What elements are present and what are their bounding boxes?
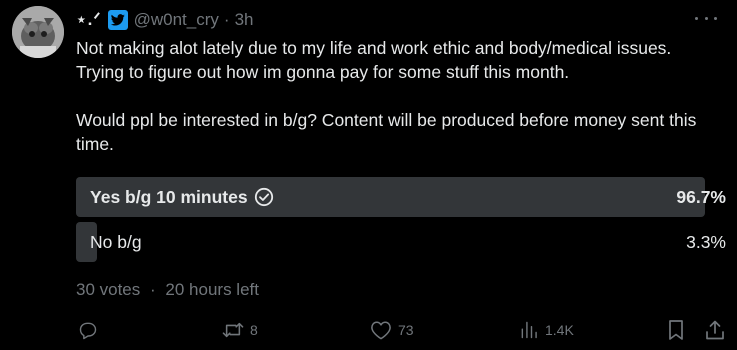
tweet-timestamp[interactable]: 3h: [235, 10, 254, 30]
header-separator: ·: [223, 10, 230, 29]
display-name[interactable]: ⋆.ᐟ: [76, 10, 102, 30]
views-count: 1.4K: [545, 322, 574, 338]
views-button[interactable]: 1.4K: [519, 317, 574, 343]
share-icon: [704, 319, 726, 341]
poll-option-yes: Yes b/g 10 minutes 96.7%: [76, 177, 726, 217]
share-button[interactable]: [704, 317, 726, 343]
views-icon: [519, 320, 539, 340]
bookmark-icon: [666, 319, 686, 341]
action-bar: 8 73 1.4K: [76, 317, 726, 343]
more-icon[interactable]: [695, 10, 717, 26]
tweet-paragraph-1: Not making alot lately due to my life an…: [76, 38, 672, 82]
poll-option-label-text: Yes b/g 10 minutes: [90, 187, 248, 207]
poll-option-no: No b/g 3.3%: [76, 222, 726, 262]
poll-votes: 30 votes: [76, 280, 141, 299]
like-count: 73: [398, 322, 414, 338]
tweet-text: Not making alot lately due to my life an…: [76, 36, 716, 156]
poll-time-left: 20 hours left: [165, 280, 259, 299]
poll-option-percent: 96.7%: [676, 187, 726, 207]
tweet[interactable]: ⋆.ᐟ @w0nt_cry · 3h Not making alot latel…: [0, 0, 737, 350]
retweet-icon: [222, 320, 244, 340]
poll-meta-separator: ·: [150, 280, 156, 299]
reply-icon: [78, 320, 98, 340]
poll-option-percent: 3.3%: [686, 232, 726, 252]
like-button[interactable]: 73: [370, 317, 414, 343]
author-handle[interactable]: @w0nt_cry: [134, 10, 219, 30]
retweet-count: 8: [250, 322, 258, 338]
check-circle-icon: [254, 187, 274, 207]
reply-button[interactable]: [78, 317, 104, 343]
bird-badge-icon: [107, 10, 128, 30]
tweet-paragraph-2: Would ppl be interested in b/g? Content …: [76, 110, 697, 154]
retweet-button[interactable]: 8: [222, 317, 258, 343]
avatar-image: [12, 6, 64, 58]
bookmark-button[interactable]: [666, 317, 686, 343]
poll-option-label: Yes b/g 10 minutes: [90, 177, 274, 217]
poll-meta: 30 votes · 20 hours left: [76, 280, 259, 300]
poll-option-label: No b/g: [90, 222, 142, 262]
heart-icon: [370, 320, 392, 340]
avatar[interactable]: [12, 6, 64, 58]
poll-option-label-text: No b/g: [90, 232, 142, 252]
tweet-header: ⋆.ᐟ @w0nt_cry · 3h: [76, 8, 253, 32]
